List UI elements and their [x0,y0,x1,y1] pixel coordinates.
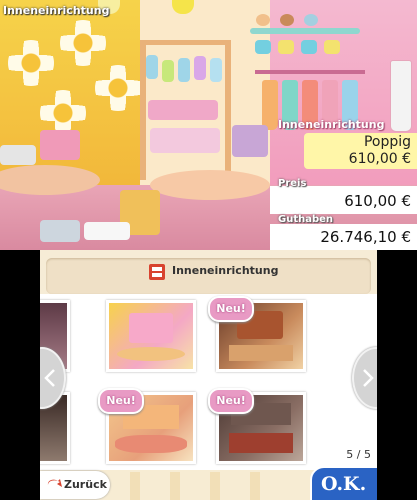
bar-stripe [250,472,260,500]
new-badge: Neu! [208,388,254,414]
folded-clothes [84,222,130,240]
info-heading: Inneneinrichtung [278,118,385,131]
hanging-bag [146,55,158,79]
hanging-bag [162,60,174,82]
hat [304,14,318,26]
wall-shelf [250,28,360,34]
accessory-shelf [148,100,218,120]
handbag [278,40,294,54]
hanging-bag [194,56,206,80]
ok-button[interactable]: O.K. [310,466,377,500]
balance-row: 26.746,10 € [270,224,417,250]
hat [280,14,294,26]
hanging-dress [262,80,278,130]
handbag [255,40,271,54]
daisy-decoration [95,65,141,111]
bar-stripe [130,472,140,500]
accessory-shelf [150,128,220,153]
hanging-bag [178,58,190,82]
back-label: Zurück [64,478,107,491]
chevron-right-icon [363,369,374,387]
display-rack-pole [225,40,231,180]
handbag [324,40,340,54]
balance-value: 26.746,10 € [320,228,411,246]
catalog-title: Inneneinrichtung [172,264,279,277]
new-badge: Neu! [208,296,254,322]
furniture-icon [149,264,165,280]
bottom-screen-catalog: Inneneinrichtung Neu! Neu! Neu! 5 / 5 Zu… [40,250,377,500]
page-indicator: 5 / 5 [346,448,371,461]
mannequin [390,60,412,132]
screen-border-left [0,250,40,500]
price-label: Preis [278,178,307,189]
category-label: Inneneinrichtung [3,4,110,17]
ok-label: O.K. [321,473,367,495]
daisy-decoration [60,20,106,66]
hat [256,14,270,26]
display-rack-bar [140,40,231,45]
price-row: 610,00 € [270,186,417,214]
balance-label: Guthaben [278,214,334,225]
bar-stripe [210,472,220,500]
back-button[interactable]: Zurück [40,471,110,499]
thumbnail-grid [40,294,377,472]
bar-stripe [170,472,180,500]
thumbnail-poppig[interactable] [106,300,196,372]
folded-clothes [0,145,36,165]
price-value: 610,00 € [344,192,411,210]
clothes-rail [255,70,365,74]
purple-handbag [232,125,268,157]
back-arrow-icon [47,479,62,487]
handbag [301,40,317,54]
item-price: 610,00 € [348,151,411,167]
top-screen-shop-view: Inneneinrichtung Inneneinrichtung Poppig… [0,0,417,250]
chevron-left-icon [44,369,55,387]
round-table [150,170,270,200]
style-price-box: Poppig 610,00 € [304,133,417,169]
new-badge: Neu! [98,388,144,414]
folded-clothes [40,220,80,242]
hanging-bag [210,58,222,82]
pink-handbag [40,130,80,160]
style-name: Poppig [363,134,411,150]
screen-border-right [377,250,417,500]
daisy-decoration [8,40,54,86]
